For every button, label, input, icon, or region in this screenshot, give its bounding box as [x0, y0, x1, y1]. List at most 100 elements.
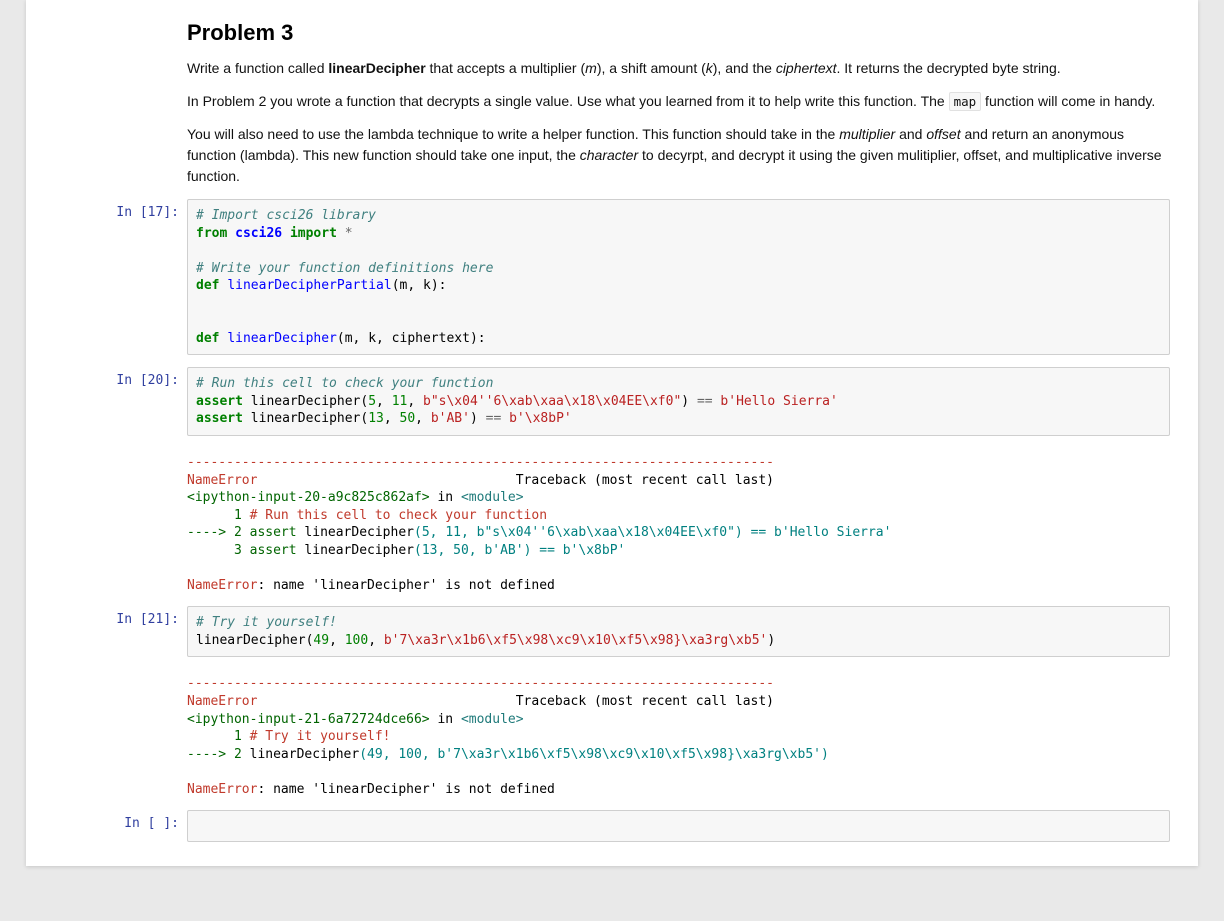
close: ) — [821, 747, 829, 762]
text: You will also need to use the lambda tec… — [187, 126, 839, 142]
comment-line: # Run this cell to check your function — [250, 508, 547, 523]
arg: b'AB' — [484, 543, 523, 558]
error-name: NameError — [187, 473, 257, 488]
bytes: b"s\x04''6\xab\xaa\x18\x04EE\xf0" — [423, 394, 681, 409]
text: ), a shift amount ( — [597, 60, 706, 76]
sep: , — [415, 411, 431, 426]
inline-code-map: map — [949, 92, 982, 111]
module-tag: <module> — [461, 490, 524, 505]
comment: # Run this cell to check your function — [196, 376, 493, 391]
close: ) — [767, 633, 775, 648]
bytes: b'AB' — [431, 411, 470, 426]
call: linearDecipher( — [196, 633, 313, 648]
var-k: k — [706, 60, 713, 76]
sep: , — [383, 747, 399, 762]
code-input[interactable]: # Import csci26 library from csci26 impo… — [187, 199, 1170, 355]
ipython-loc: <ipython-input-20-a9c825c862af> — [187, 490, 430, 505]
traceback-output: ----------------------------------------… — [187, 448, 1170, 594]
module-name: csci26 — [235, 226, 282, 241]
comment: # Try it yourself! — [196, 615, 337, 630]
trace-label: Traceback (most recent call last) — [257, 694, 774, 709]
problem-description-2: In Problem 2 you wrote a function that d… — [187, 91, 1170, 112]
code-input[interactable]: # Run this cell to check your function a… — [187, 367, 1170, 436]
line-no: 1 — [187, 508, 250, 523]
line-no: 1 — [187, 729, 250, 744]
params: (m, k): — [392, 278, 447, 293]
paren: ( — [359, 747, 367, 762]
input-prompt: In [20]: — [42, 367, 187, 388]
arrow: ----> — [187, 747, 234, 762]
num: 100 — [345, 633, 368, 648]
line-no: 3 — [187, 543, 250, 558]
kw-def: def — [196, 278, 219, 293]
num: 5 — [368, 394, 376, 409]
call: linearDecipher( — [251, 411, 368, 426]
traceback-output: ----------------------------------------… — [187, 669, 1170, 798]
rhs: b'Hello Sierra' — [774, 525, 891, 540]
var-character: character — [580, 147, 638, 163]
call: linearDecipher( — [251, 394, 368, 409]
output-cell-20: ----------------------------------------… — [42, 448, 1182, 594]
module-tag: <module> — [461, 712, 524, 727]
text: and — [895, 126, 926, 142]
num: 50 — [400, 411, 416, 426]
code-input[interactable]: # Try it yourself! linearDecipher(49, 10… — [187, 606, 1170, 657]
sep: , — [329, 633, 345, 648]
sep: , — [384, 411, 400, 426]
trace-label: Traceback (most recent call last) — [257, 473, 774, 488]
sep: , — [437, 543, 453, 558]
arg: 13 — [422, 543, 438, 558]
eq: == — [751, 525, 767, 540]
problem-description-1: Write a function called linearDecipher t… — [187, 58, 1170, 79]
op-eq: == — [486, 411, 502, 426]
notebook-page: Problem 3 Write a function called linear… — [26, 0, 1198, 866]
var-ciphertext: ciphertext — [776, 60, 837, 76]
call: linearDecipher — [297, 543, 414, 558]
close: ) — [524, 543, 540, 558]
eq: == — [539, 543, 555, 558]
arg: 5 — [422, 525, 430, 540]
num: 49 — [313, 633, 329, 648]
error-msg: : name 'linearDecipher' is not defined — [257, 782, 554, 797]
comment: # Write your function definitions here — [196, 261, 493, 276]
op-eq: == — [697, 394, 713, 409]
output-cell-21: ----------------------------------------… — [42, 669, 1182, 798]
bytes: b'7\xa3r\x1b6\xf5\x98\xc9\x10\xf5\x98}\x… — [384, 633, 768, 648]
problem-heading: Problem 3 — [187, 20, 1170, 46]
sep: , — [422, 747, 438, 762]
problem-description-3: You will also need to use the lambda tec… — [187, 124, 1170, 187]
sep: , — [469, 543, 485, 558]
close: ) — [470, 411, 486, 426]
num: 13 — [368, 411, 384, 426]
var-offset: offset — [926, 126, 960, 142]
var-multiplier: multiplier — [839, 126, 895, 142]
text: Write a function called — [187, 60, 328, 76]
op-star: * — [345, 226, 353, 241]
arg: 50 — [453, 543, 469, 558]
bytes: b'\x8bP' — [509, 411, 572, 426]
bytes: b'Hello Sierra' — [720, 394, 837, 409]
error-msg: : name 'linearDecipher' is not defined — [257, 578, 554, 593]
close: ) — [681, 394, 697, 409]
params: (m, k, ciphertext): — [337, 331, 486, 346]
call: linearDecipher — [250, 747, 360, 762]
in-word: in — [430, 490, 461, 505]
sep: , — [407, 394, 423, 409]
rhs: b'\x8bP' — [563, 543, 626, 558]
close: ) — [735, 525, 751, 540]
ipython-loc: <ipython-input-21-6a72724dce66> — [187, 712, 430, 727]
code-input[interactable] — [187, 810, 1170, 842]
paren: ( — [414, 525, 422, 540]
kw-assert: assert — [196, 411, 243, 426]
code-cell-21: In [21]: # Try it yourself! linearDeciph… — [42, 606, 1182, 657]
dash-line: ----------------------------------------… — [187, 455, 774, 470]
error-name: NameError — [187, 578, 257, 593]
var-m: m — [585, 60, 597, 76]
sep: , — [376, 394, 392, 409]
arg: 100 — [398, 747, 421, 762]
sp — [501, 411, 509, 426]
text: ), and the — [713, 60, 776, 76]
sep: , — [461, 525, 477, 540]
text: In Problem 2 you wrote a function that d… — [187, 93, 949, 109]
sp — [766, 525, 774, 540]
